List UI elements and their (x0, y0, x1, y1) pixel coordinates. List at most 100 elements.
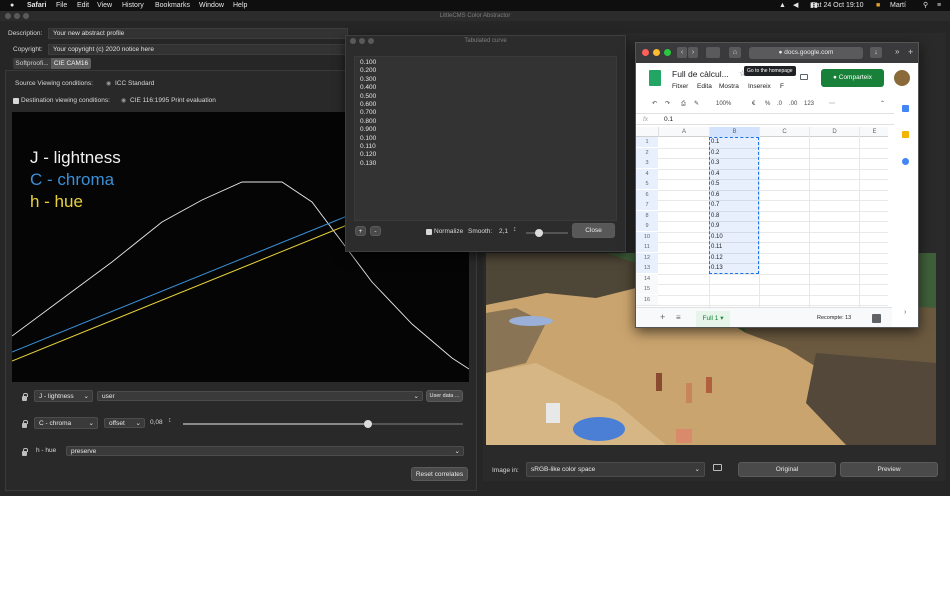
zoom-window-icon[interactable] (23, 13, 29, 19)
row-header[interactable]: 1 (636, 137, 658, 147)
source-info-icon[interactable]: ◉ (106, 80, 111, 87)
column-header[interactable]: B (709, 127, 759, 137)
dialog-minimize-icon[interactable] (359, 38, 365, 44)
decrease-decimal-button[interactable]: .0 (777, 98, 782, 110)
c-slider-track[interactable] (183, 420, 463, 428)
cell-b[interactable]: 0.11 (709, 242, 759, 252)
remove-row-button[interactable]: - (370, 226, 381, 236)
row-header[interactable]: 11 (636, 242, 658, 252)
add-sheet-icon[interactable]: + (660, 312, 665, 322)
percent-button[interactable]: % (765, 98, 770, 110)
menu-edita[interactable]: Edita (697, 83, 712, 90)
dialog-close-icon[interactable] (350, 38, 356, 44)
avatar[interactable] (894, 70, 910, 86)
menu-help[interactable]: Help (233, 0, 247, 11)
tasks-icon[interactable] (902, 158, 909, 165)
description-field[interactable]: Your new abstract profile (48, 28, 348, 39)
row-header[interactable]: 15 (636, 284, 658, 294)
copyright-field[interactable]: Your copyright (c) 2020 notice here (48, 44, 348, 55)
dialog-zoom-icon[interactable] (368, 38, 374, 44)
menubar-datetime[interactable]: Sat 24 Oct 19:10 (811, 0, 864, 11)
smooth-slider-track[interactable] (526, 229, 568, 237)
forward-icon[interactable]: › (688, 47, 698, 58)
row-header[interactable]: 3 (636, 158, 658, 168)
redo-icon[interactable]: ↷ (665, 98, 670, 110)
cell-b[interactable]: 0.13 (709, 263, 759, 273)
menu-view[interactable]: View (97, 0, 112, 11)
smooth-slider-thumb[interactable] (534, 229, 543, 237)
column-header[interactable]: C (759, 127, 809, 137)
new-tab-icon[interactable]: + (908, 47, 913, 57)
cell-b[interactable]: 0.10 (709, 232, 759, 242)
cell-b[interactable]: 0.7 (709, 200, 759, 210)
share-button[interactable]: ● Comparteix (821, 69, 884, 87)
menu-history[interactable]: History (122, 0, 144, 11)
more-tabs-icon[interactable]: » (895, 47, 899, 56)
menu-window[interactable]: Window (199, 0, 224, 11)
cell-b[interactable]: 0.5 (709, 179, 759, 189)
menu-mostra[interactable]: Mostra (719, 83, 739, 90)
row-header[interactable]: 13 (636, 263, 658, 273)
number-format-select[interactable]: 123 (804, 98, 814, 110)
row-header[interactable]: 14 (636, 273, 658, 284)
count-label[interactable]: Recompte: 13 (817, 315, 851, 321)
safari-minimize-icon[interactable] (653, 49, 660, 56)
column-header[interactable]: A (658, 127, 709, 137)
h-lock-icon[interactable] (22, 448, 28, 456)
row-header[interactable]: 10 (636, 231, 658, 242)
apple-icon[interactable]: ● (10, 0, 14, 11)
row-header[interactable]: 16 (636, 294, 658, 305)
tab-cie-cam16[interactable]: CIE CAM16 (51, 58, 91, 69)
j-mode-select[interactable]: user ⌄ (97, 391, 423, 401)
row-header[interactable]: 9 (636, 221, 658, 231)
increase-decimal-button[interactable]: .00 (789, 98, 797, 110)
flag-icon[interactable]: ■ (876, 0, 880, 11)
smooth-value[interactable]: 2,1 (499, 228, 508, 235)
search-icon[interactable]: ⚲ (923, 0, 928, 11)
cell-b[interactable]: 0.1 (709, 137, 759, 147)
row-header[interactable]: 8 (636, 210, 658, 221)
cell-b[interactable]: 0.2 (709, 148, 759, 158)
menu-edit[interactable]: Edit (77, 0, 89, 11)
collapse-icon[interactable]: ⌃ (880, 98, 885, 110)
home-icon[interactable]: ⌂ (729, 47, 741, 58)
keep-icon[interactable] (902, 131, 909, 138)
explore-icon[interactable] (872, 314, 881, 323)
folder-icon[interactable] (713, 464, 722, 471)
print-icon[interactable]: ⎙ (681, 98, 686, 110)
zoom-select[interactable]: 100% (716, 98, 731, 110)
image-in-select[interactable]: sRGB-like color space ⌄ (526, 462, 705, 477)
c-value[interactable]: 0,08 (150, 419, 163, 426)
h-mode-select[interactable]: preserve ⌄ (66, 446, 464, 456)
c-select[interactable]: C - chroma ⌄ (34, 417, 98, 429)
column-header[interactable]: E (859, 127, 888, 137)
source-viewing-value[interactable]: ICC Standard (115, 80, 154, 87)
smooth-stepper-icon[interactable]: ↕ (513, 226, 517, 233)
minimize-window-icon[interactable] (14, 13, 20, 19)
calendar-icon[interactable] (902, 105, 909, 112)
preview-button[interactable]: Preview (840, 462, 938, 477)
user-data-button[interactable]: User data ... (426, 390, 463, 402)
sheet-tab-full1[interactable]: Full 1 ▾ (696, 311, 730, 327)
original-button[interactable]: Original (738, 462, 836, 477)
close-window-icon[interactable] (5, 13, 11, 19)
doc-title[interactable]: Full de càlcul... (672, 69, 729, 79)
values-textarea[interactable]: 0.100 0.200 0.300 0.400 0.500 0.600 0.700 0.800… (354, 56, 617, 221)
close-button[interactable]: Close (572, 223, 615, 238)
menu-file[interactable]: File (56, 0, 67, 11)
tab-softproofing[interactable]: Softproofi... (13, 58, 51, 69)
c-slider-thumb[interactable] (363, 420, 372, 428)
control-center-icon[interactable]: ≡ (937, 0, 941, 11)
cell-b[interactable]: 0.6 (709, 190, 759, 200)
back-icon[interactable]: ‹ (677, 47, 687, 58)
comments-icon[interactable] (800, 74, 808, 80)
c-stepper-icon[interactable]: ↕ (168, 417, 172, 424)
dest-viewing-value[interactable]: CIE 116:1995 Print evaluation (130, 97, 216, 104)
formula-bar[interactable]: fx 0.1 (636, 113, 894, 125)
add-row-button[interactable]: + (355, 226, 366, 236)
row-header[interactable]: 7 (636, 200, 658, 210)
safari-zoom-icon[interactable] (664, 49, 671, 56)
all-sheets-icon[interactable]: ≡ (676, 313, 681, 322)
safari-close-icon[interactable] (642, 49, 649, 56)
paint-format-icon[interactable]: ✎ (694, 98, 699, 110)
